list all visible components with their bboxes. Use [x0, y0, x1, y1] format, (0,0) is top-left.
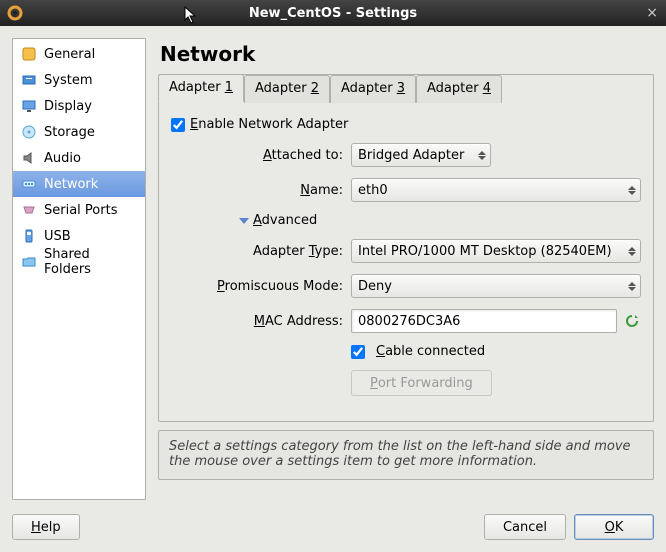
sidebar-item-label: USB	[44, 229, 71, 244]
storage-icon	[21, 124, 37, 140]
tabstrip: Adapter 1 Adapter 2 Adapter 3 Adapter 4	[158, 74, 652, 102]
mac-address-label: MAC Address:	[201, 314, 351, 329]
dropdown-caret-icon	[478, 151, 486, 160]
sidebar-item-label: General	[44, 47, 95, 62]
tab-adapter-3[interactable]: Adapter 3	[330, 75, 416, 103]
sidebar-item-label: Shared Folders	[44, 247, 137, 277]
cancel-button[interactable]: Cancel	[484, 514, 566, 540]
promiscuous-mode-label: Promiscuous Mode:	[201, 279, 351, 294]
sidebar-item-storage[interactable]: Storage	[13, 119, 145, 145]
advanced-disclosure[interactable]: Advanced	[239, 213, 317, 228]
enable-adapter-checkbox[interactable]	[171, 118, 185, 132]
dialog-footer: Help Cancel OK	[0, 514, 666, 552]
system-icon	[21, 72, 37, 88]
settings-sidebar: General System Display Storage Audio Net…	[12, 38, 146, 500]
general-icon	[21, 46, 37, 62]
tab-adapter-2[interactable]: Adapter 2	[244, 75, 330, 103]
cable-connected-checkbox[interactable]	[351, 345, 365, 359]
sidebar-item-label: Storage	[44, 125, 95, 140]
tab-adapter-1[interactable]: Adapter 1	[158, 74, 244, 102]
dropdown-caret-icon	[628, 247, 636, 256]
sidebar-item-label: System	[44, 73, 92, 88]
display-icon	[21, 98, 37, 114]
sidebar-item-label: Audio	[44, 151, 81, 166]
adapter-type-select[interactable]: Intel PRO/1000 MT Desktop (82540EM)	[351, 239, 641, 263]
sidebar-item-usb[interactable]: USB	[13, 223, 145, 249]
sidebar-item-system[interactable]: System	[13, 67, 145, 93]
enable-adapter-label: Enable Network Adapter	[190, 117, 348, 132]
usb-icon	[21, 228, 37, 244]
serial-ports-icon	[21, 202, 37, 218]
sidebar-item-display[interactable]: Display	[13, 93, 145, 119]
name-select[interactable]: eth0	[351, 178, 641, 202]
attached-to-label: Attached to:	[201, 148, 351, 163]
promiscuous-mode-select[interactable]: Deny	[351, 274, 641, 298]
tab-panel: Adapter 1 Adapter 2 Adapter 3 Adapter 4 …	[158, 74, 654, 422]
attached-to-select[interactable]: Bridged Adapter	[351, 143, 491, 167]
network-icon	[21, 176, 37, 192]
page-title: Network	[160, 42, 652, 66]
sidebar-item-shared-folders[interactable]: Shared Folders	[13, 249, 145, 275]
mac-address-input[interactable]	[351, 309, 617, 333]
adapter-type-label: Adapter Type:	[201, 244, 351, 259]
disclosure-triangle-icon	[239, 218, 249, 224]
window-title: New_CentOS - Settings	[0, 6, 666, 21]
audio-icon	[21, 150, 37, 166]
name-label: Name:	[201, 183, 351, 198]
sidebar-item-label: Display	[44, 99, 92, 114]
cable-connected-label: Cable connected	[376, 344, 485, 359]
sidebar-item-serial-ports[interactable]: Serial Ports	[13, 197, 145, 223]
sidebar-item-audio[interactable]: Audio	[13, 145, 145, 171]
refresh-mac-button[interactable]	[623, 312, 641, 330]
sidebar-item-network[interactable]: Network	[13, 171, 145, 197]
sidebar-item-label: Network	[44, 177, 98, 192]
close-button[interactable]: ×	[646, 5, 658, 21]
sidebar-item-general[interactable]: General	[13, 41, 145, 67]
dropdown-caret-icon	[628, 186, 636, 195]
dropdown-caret-icon	[628, 282, 636, 291]
port-forwarding-button: Port Forwarding	[351, 370, 492, 396]
ok-button[interactable]: OK	[574, 514, 654, 540]
tab-adapter-4[interactable]: Adapter 4	[416, 75, 502, 103]
shared-folders-icon	[21, 254, 37, 270]
sidebar-item-label: Serial Ports	[44, 203, 117, 218]
titlebar: New_CentOS - Settings ×	[0, 0, 666, 26]
settings-gear-icon	[6, 4, 24, 22]
help-button[interactable]: Help	[12, 514, 80, 540]
hint-box: Select a settings category from the list…	[158, 430, 654, 480]
